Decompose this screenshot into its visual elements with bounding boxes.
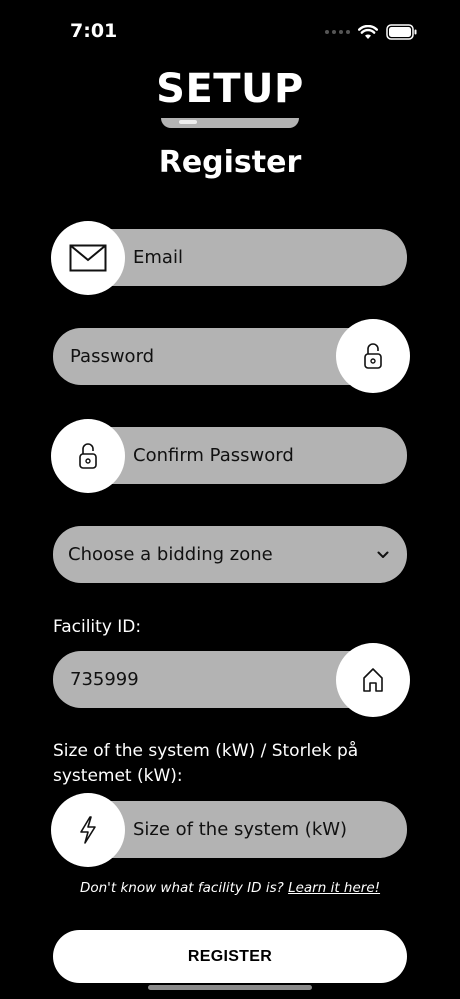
bidding-zone-select[interactable]: Choose a bidding zone (53, 526, 407, 583)
lock-icon (79, 443, 97, 469)
lock-icon (364, 343, 382, 369)
system-size-input[interactable] (131, 818, 407, 841)
system-size-label: Size of the system (kW) / Storlek på sys… (53, 739, 358, 789)
system-size-label-line1: Size of the system (kW) / Storlek på (53, 741, 359, 761)
status-time: 7:01 (70, 20, 118, 42)
status-icons (325, 24, 418, 40)
email-input[interactable] (131, 246, 407, 269)
home-icon (363, 668, 383, 692)
password-icon-circle (336, 319, 410, 393)
register-button[interactable]: REGISTER (53, 930, 407, 983)
battery-icon (386, 24, 417, 40)
system-size-label-line2: systemet (kW): (53, 766, 183, 786)
facility-id-icon-circle (336, 643, 410, 717)
learn-link[interactable]: Learn it here! (288, 880, 380, 896)
wifi-icon (358, 24, 378, 39)
signal-icon (325, 30, 350, 34)
confirm-password-icon-circle (51, 419, 125, 493)
chevron-down-icon (377, 551, 389, 558)
title-underline (161, 118, 299, 128)
lightning-icon (80, 816, 96, 844)
bidding-zone-label: Choose a bidding zone (68, 544, 273, 565)
app-title: SETUP (156, 66, 304, 112)
help-text: Don't know what facility ID is? (79, 880, 284, 896)
facility-help: Don't know what facility ID is? Learn it… (0, 880, 460, 896)
email-icon-circle (51, 221, 125, 295)
system-size-icon-circle (51, 793, 125, 867)
home-indicator (148, 985, 312, 990)
page-title: Register (158, 145, 302, 180)
confirm-password-input[interactable] (131, 444, 407, 467)
facility-id-label: Facility ID: (53, 617, 142, 637)
mail-icon (69, 244, 107, 272)
